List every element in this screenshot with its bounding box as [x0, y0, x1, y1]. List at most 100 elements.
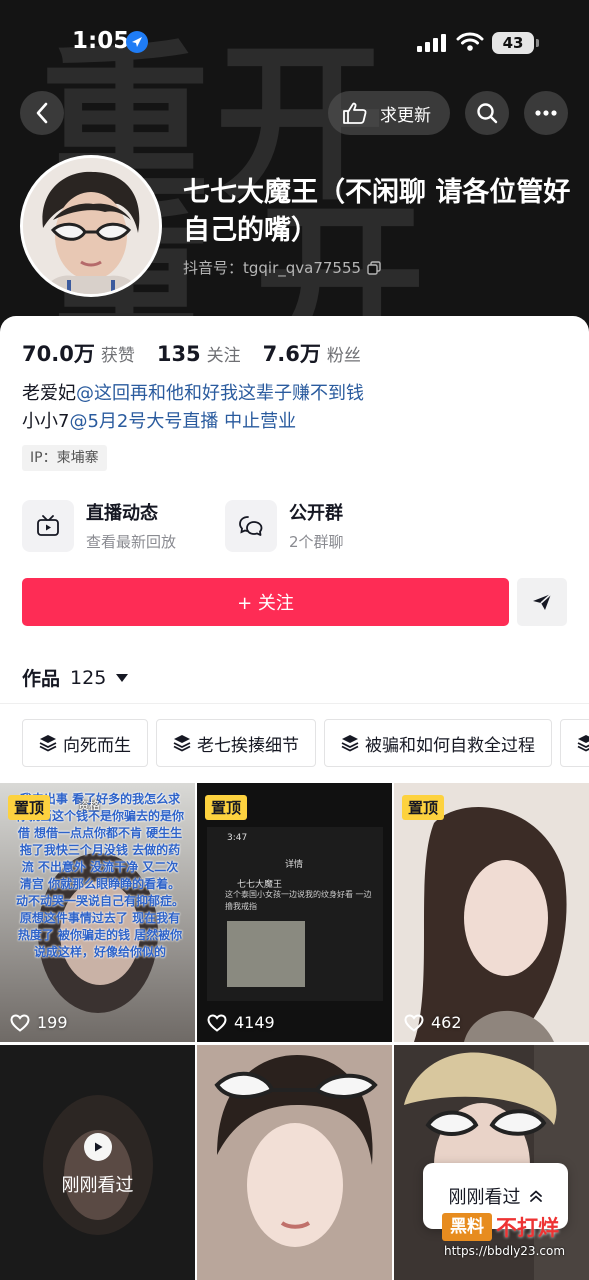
- stack-icon: [39, 735, 57, 752]
- collection-chip-label: 向死而生: [63, 735, 131, 756]
- copy-icon[interactable]: [367, 260, 381, 275]
- video-thumbnail[interactable]: 置顶 462: [394, 783, 589, 1042]
- public-group-subtitle: 2个群聊: [289, 533, 344, 551]
- douyin-id-row: 抖音号：tgqir_qva77555: [183, 257, 381, 278]
- pinned-badge: 置顶: [8, 795, 51, 820]
- screenshot-title: 详情: [285, 860, 304, 870]
- stat-likes[interactable]: 70.0万 获赞: [22, 338, 135, 368]
- collection-chip-label: 被骗和如何自救全过程: [365, 735, 535, 756]
- video-overlay-caption: 资格: [78, 799, 100, 812]
- profile-header-background: 重 开 重 开 1:05 43 求更新: [0, 0, 589, 340]
- recently-watched-overlay: 刚刚看过: [0, 1045, 195, 1280]
- more-dots-icon: [535, 110, 557, 116]
- video-thumbnail[interactable]: [197, 1045, 392, 1280]
- bio-mention-link[interactable]: @5月2号大号直播 中止营业: [69, 411, 296, 432]
- public-group-title: 公开群: [289, 503, 343, 524]
- profile-nickname: 七七大魔王（不闲聊 请各位管好自己的嘴）: [183, 177, 571, 246]
- pinned-badge: 置顶: [205, 795, 248, 820]
- bio-text: 老爱妃: [22, 383, 76, 404]
- collections-row: 向死而生 老七挨揍细节 被骗和如何自救全过程: [22, 719, 589, 767]
- pointing-hand-icon: [343, 102, 367, 124]
- likes-count: 199: [37, 1013, 68, 1032]
- watermark-url: https://bbdly23.com: [444, 1244, 566, 1258]
- chevron-left-icon: [36, 102, 48, 124]
- thumbnail-image: [197, 1045, 392, 1280]
- collection-chip[interactable]: 老七挨揍细节: [156, 719, 316, 767]
- works-tab[interactable]: 作品 125: [22, 664, 129, 691]
- video-thumbnail[interactable]: 我去出事 看了好多的我怎么求你就当这个钱不是你骗去的是你借 想借一点点你都不肯 …: [0, 783, 195, 1042]
- works-label: 作品: [22, 668, 61, 690]
- status-bar: 1:05 43: [0, 0, 589, 80]
- collection-chip[interactable]: 被骗和如何自救全过程: [324, 719, 552, 767]
- public-group-entry[interactable]: 公开群 2个群聊: [225, 499, 344, 552]
- live-updates-subtitle: 查看最新回放: [86, 533, 177, 551]
- heart-icon: [207, 1013, 227, 1032]
- works-count: 125: [70, 666, 107, 689]
- live-updates-title: 直播动态: [86, 503, 158, 524]
- bio-mention-link[interactable]: @这回再和他和好我这辈子赚不到钱: [76, 383, 364, 404]
- live-updates-entry[interactable]: 直播动态 查看最新回放: [22, 499, 176, 552]
- more-options-button[interactable]: [524, 91, 568, 135]
- heart-icon: [404, 1013, 424, 1032]
- stat-following-value: 135: [156, 342, 201, 366]
- back-button[interactable]: [20, 91, 64, 135]
- recently-watched-jump-label: 刚刚看过: [448, 1187, 521, 1208]
- stat-following-label: 关注: [206, 346, 241, 366]
- thumbnail-screenshot: 3:47 详情 七七大魔王 这个泰国小女孩一边说我的纹身好看 一边撸我戒指: [207, 827, 383, 1001]
- send-icon: [533, 593, 552, 610]
- avatar[interactable]: [20, 155, 162, 297]
- bio-text: 小小7: [22, 411, 70, 432]
- wifi-icon: [456, 32, 484, 51]
- watermark-brand: 黑料: [442, 1213, 492, 1241]
- battery-tip: [536, 39, 539, 47]
- video-thumbnail[interactable]: 3:47 详情 七七大魔王 这个泰国小女孩一边说我的纹身好看 一边撸我戒指 置顶…: [197, 783, 392, 1042]
- search-icon: [477, 103, 498, 124]
- location-arrow-icon: [126, 31, 148, 53]
- request-update-label: 求更新: [380, 105, 431, 126]
- search-button[interactable]: [465, 91, 509, 135]
- bio-line-1: 老爱妃@这回再和他和好我这辈子赚不到钱: [22, 380, 364, 408]
- site-watermark: 黑料 不打烊 https://bbdly23.com: [442, 1212, 582, 1272]
- collection-chip[interactable]: [560, 719, 589, 767]
- stack-icon: [341, 735, 359, 752]
- watermark-text: 不打烊: [496, 1216, 559, 1240]
- battery-indicator: 43: [492, 32, 534, 54]
- profile-stats: 70.0万 获赞 135 关注 7.6万 粉丝: [22, 338, 383, 368]
- screenshot-time: 3:47: [227, 833, 248, 843]
- bio-line-2: 小小7@5月2号大号直播 中止营业: [22, 408, 364, 436]
- heart-icon: [10, 1013, 30, 1032]
- share-button[interactable]: [517, 578, 567, 626]
- profile-bio: 老爱妃@这回再和他和好我这辈子赚不到钱 小小7@5月2号大号直播 中止营业: [22, 380, 364, 436]
- caret-down-icon: [116, 673, 129, 682]
- request-update-button[interactable]: 求更新: [328, 91, 450, 135]
- collection-chip-label: 老七挨揍细节: [197, 735, 299, 756]
- stat-likes-label: 获赞: [100, 346, 135, 366]
- likes-count: 4149: [234, 1013, 275, 1032]
- recently-watched-label: 刚刚看过: [61, 1175, 134, 1196]
- stat-followers[interactable]: 7.6万 粉丝: [263, 338, 361, 368]
- thumbnail-image: [394, 783, 589, 1042]
- follow-button[interactable]: + 关注: [22, 578, 509, 626]
- screenshot-photo: [227, 921, 305, 987]
- screenshot-text: 这个泰国小女孩一边说我的纹身好看 一边撸我戒指: [225, 890, 372, 911]
- stack-icon: [173, 735, 191, 752]
- ip-location-tag: IP：柬埔寨: [22, 445, 107, 471]
- cellular-signal-icon: [417, 34, 446, 52]
- collection-chip[interactable]: 向死而生: [22, 719, 148, 767]
- douyin-id: 抖音号：tgqir_qva77555: [183, 259, 362, 277]
- tv-icon: [37, 514, 59, 536]
- video-likes: 4149: [207, 1013, 275, 1032]
- video-thumbnail[interactable]: 刚刚看过: [0, 1045, 195, 1280]
- video-likes: 199: [10, 1013, 68, 1032]
- avatar-portrait: [23, 158, 159, 294]
- play-icon: [83, 1133, 112, 1161]
- double-chevron-up-icon: [529, 1190, 542, 1202]
- stat-followers-value: 7.6万: [262, 342, 321, 366]
- stack-icon: [577, 735, 589, 752]
- divider: [0, 703, 589, 704]
- stat-likes-value: 70.0万: [22, 342, 95, 366]
- stat-following[interactable]: 135 关注: [157, 341, 241, 366]
- stat-followers-label: 粉丝: [326, 346, 361, 366]
- pinned-badge: 置顶: [402, 795, 445, 820]
- likes-count: 462: [431, 1013, 462, 1032]
